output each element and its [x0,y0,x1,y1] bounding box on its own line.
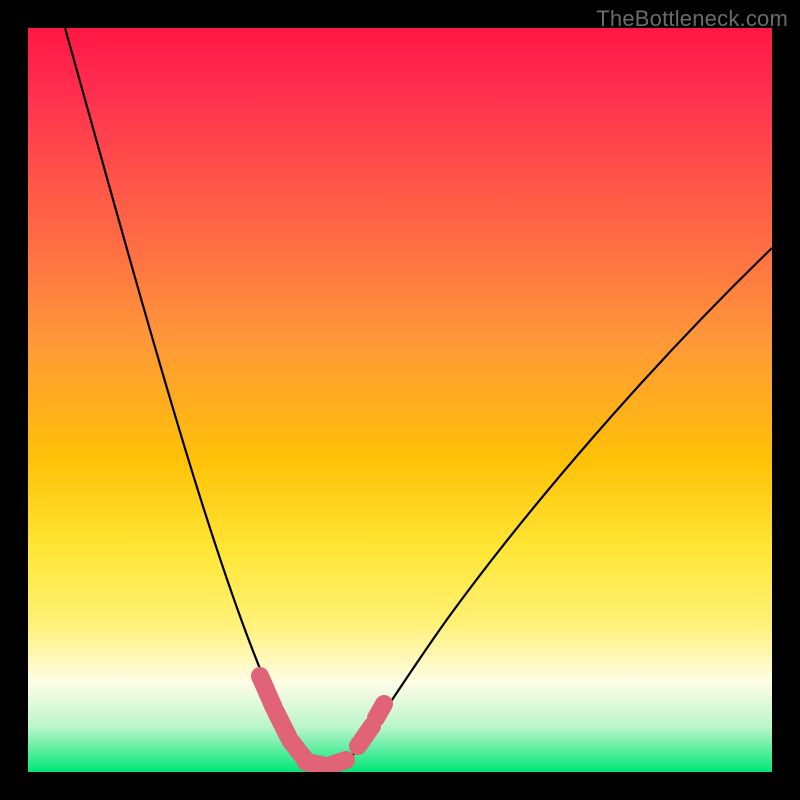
bottleneck-curve-line [65,28,772,766]
watermark-text: TheBottleneck.com [596,6,788,32]
chart-svg [28,28,772,772]
optimal-range-highlight [260,676,384,766]
chart-frame: TheBottleneck.com [0,0,800,800]
